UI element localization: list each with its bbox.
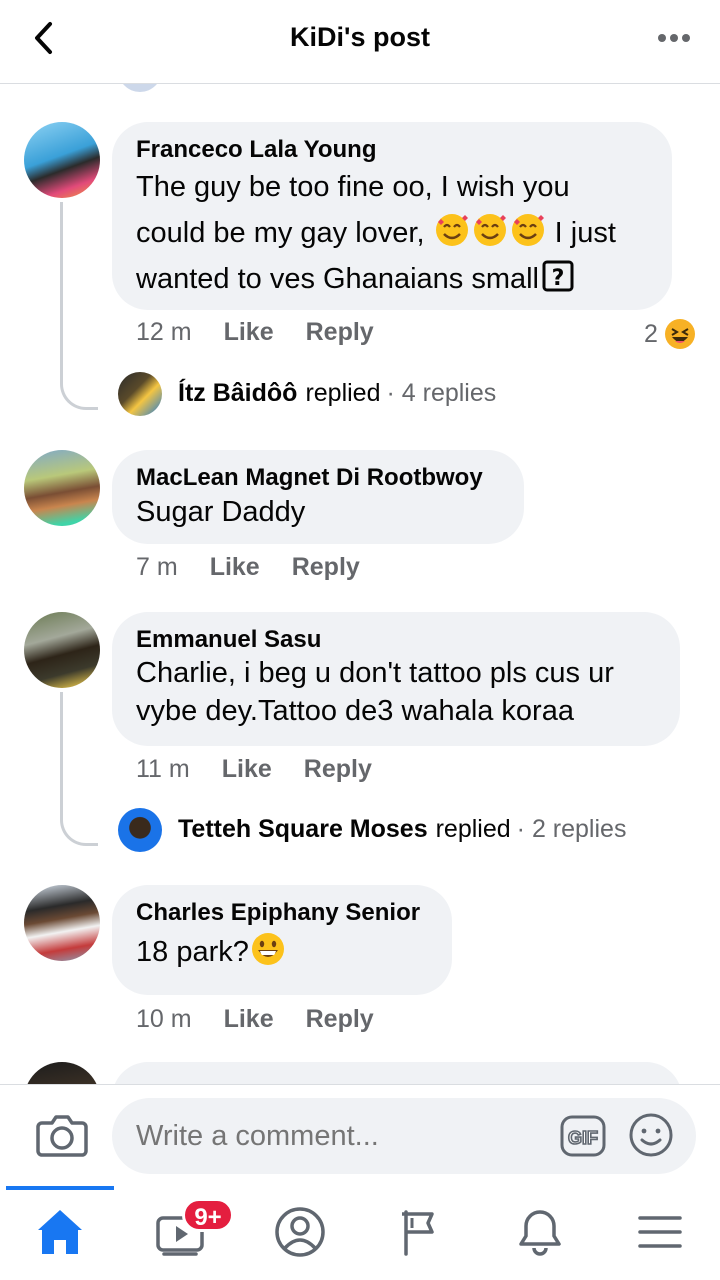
comment-actions: 12 m Like Reply xyxy=(136,318,374,347)
reply-button[interactable]: Reply xyxy=(292,553,360,582)
comment-input[interactable] xyxy=(112,1098,696,1174)
reply-button[interactable]: Reply xyxy=(306,1005,374,1034)
video-notification-badge: 9+ xyxy=(182,1198,234,1232)
comment-composer: GIF xyxy=(0,1084,720,1186)
reply-count: · 2 replies xyxy=(516,815,627,843)
active-tab-indicator xyxy=(6,1186,114,1190)
reaction-count: 2 xyxy=(644,319,658,348)
smiling-hearts-emoji-icon xyxy=(473,214,506,246)
reply-button[interactable]: Reply xyxy=(306,318,374,347)
svg-text:GIF: GIF xyxy=(568,1128,598,1148)
reply-button[interactable]: Reply xyxy=(304,755,372,784)
comment-text: 18 park? xyxy=(136,927,428,977)
avatar[interactable] xyxy=(24,612,100,688)
like-button[interactable]: Like xyxy=(210,553,260,582)
menu-icon[interactable] xyxy=(630,1202,690,1262)
bell-icon[interactable] xyxy=(510,1202,570,1262)
comment-actions: 11 m Like Reply xyxy=(136,755,372,784)
comment-actions: 10 m Like Reply xyxy=(136,1005,374,1034)
thread-connector xyxy=(60,692,98,846)
avatar[interactable] xyxy=(118,372,162,416)
comment-time: 12 m xyxy=(136,318,192,346)
avatar[interactable] xyxy=(24,450,100,526)
camera-icon[interactable] xyxy=(36,1111,88,1159)
gif-icon[interactable]: GIF xyxy=(560,1113,606,1159)
top-bar: KiDi's post xyxy=(0,0,720,84)
home-icon[interactable] xyxy=(30,1202,90,1262)
comment-bubble[interactable]: Charles Epiphany Senior 18 park? xyxy=(112,885,452,995)
avatar[interactable] xyxy=(24,885,100,961)
comment-actions: 7 m Like Reply xyxy=(136,553,360,582)
comment-text: Charlie, i beg u don't tattoo pls cus ur… xyxy=(136,657,614,727)
more-dots-icon[interactable] xyxy=(656,26,692,50)
smiley-icon[interactable] xyxy=(628,1112,674,1158)
page-title: KiDi's post xyxy=(290,22,430,52)
smiling-hearts-emoji-icon xyxy=(511,214,544,246)
avatar[interactable] xyxy=(24,1062,100,1084)
comment-bubble[interactable] xyxy=(112,1062,682,1084)
replier-name: Tetteh Square Moses xyxy=(178,815,428,843)
like-button[interactable]: Like xyxy=(222,755,272,784)
comment-author[interactable]: Charles Epiphany Senior xyxy=(136,899,428,927)
avatar[interactable] xyxy=(118,84,162,92)
view-replies-link[interactable]: Ítz Bâidôô replied · 4 replies xyxy=(178,379,496,408)
comment-time: 10 m xyxy=(136,1005,192,1033)
grinning-emoji-icon xyxy=(251,933,284,965)
laughing-emoji-icon xyxy=(664,319,695,349)
bottom-tab-bar: 9+ xyxy=(0,1186,720,1280)
comment-text: Sugar Daddy xyxy=(136,496,306,528)
thread-connector xyxy=(60,202,98,410)
pages-flag-icon[interactable] xyxy=(390,1202,450,1262)
comments-list: Franceco Lala Young The guy be too fine … xyxy=(0,84,720,1084)
comment-text: The guy be too fine oo, I wish you could… xyxy=(136,171,616,295)
view-replies-link[interactable]: Tetteh Square Moses replied · 2 replies xyxy=(178,815,626,844)
comment-bubble[interactable]: Emmanuel Sasu Charlie, i beg u don't tat… xyxy=(112,612,680,746)
reaction-summary[interactable]: 2 xyxy=(644,318,696,350)
like-button[interactable]: Like xyxy=(224,318,274,347)
comment-author[interactable]: MacLean Magnet Di Rootbwoy xyxy=(136,464,500,492)
comment-time: 7 m xyxy=(136,553,178,581)
comment-bubble[interactable]: Franceco Lala Young The guy be too fine … xyxy=(112,122,672,310)
avatar[interactable] xyxy=(24,122,100,198)
smiling-hearts-emoji-icon xyxy=(435,214,468,246)
comment-bubble[interactable]: MacLean Magnet Di Rootbwoy Sugar Daddy xyxy=(112,450,524,544)
replier-name: Ítz Bâidôô xyxy=(178,379,298,407)
svg-text:?: ? xyxy=(552,266,565,291)
comment-author[interactable]: Emmanuel Sasu xyxy=(136,626,656,654)
comment-time: 11 m xyxy=(136,755,190,783)
avatar[interactable] xyxy=(118,808,162,852)
like-button[interactable]: Like xyxy=(224,1005,274,1034)
comment-author[interactable]: Franceco Lala Young xyxy=(136,136,648,164)
reply-count: · 4 replies xyxy=(386,379,497,407)
profile-icon[interactable] xyxy=(270,1202,330,1262)
unknown-glyph-icon: ? xyxy=(542,260,574,292)
